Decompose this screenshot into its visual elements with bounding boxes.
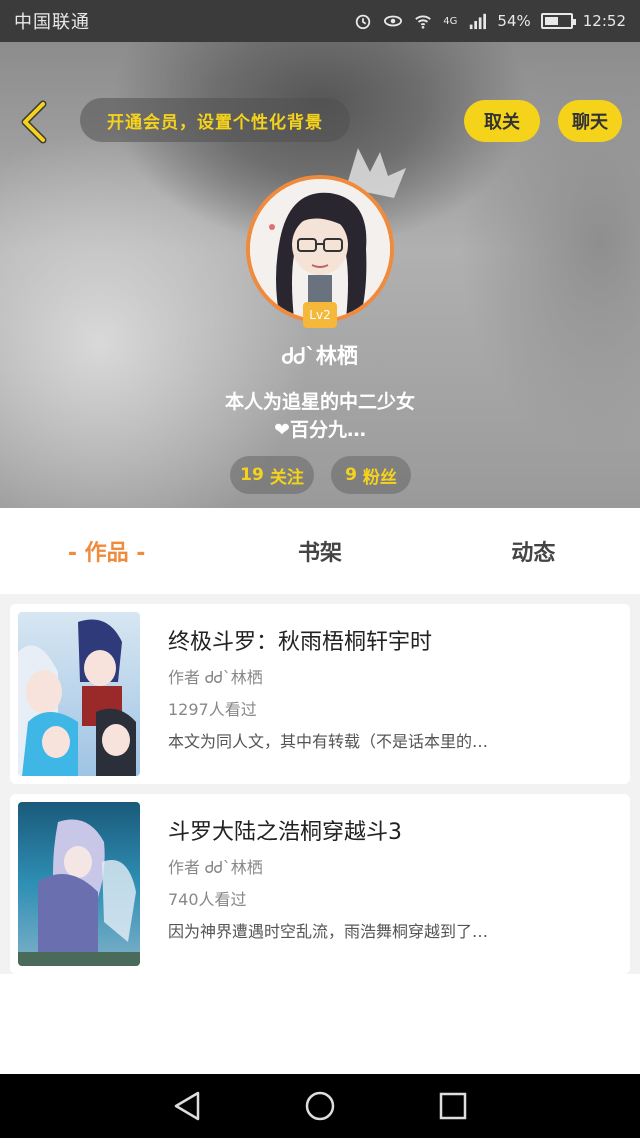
- system-nav-bar: [0, 1074, 640, 1138]
- nav-recents-button[interactable]: [433, 1086, 473, 1126]
- book-title: 斗罗大陆之浩桐穿越斗3: [168, 820, 402, 845]
- book-views: 1297人看过: [168, 700, 257, 719]
- fans-label: 粉丝: [362, 467, 397, 488]
- carrier-name: 中国联通: [14, 12, 90, 33]
- tab-bookshelf[interactable]: 书架: [213, 535, 426, 567]
- clock: 12:52: [582, 12, 626, 30]
- status-icons: 4G 54% 12:52: [353, 12, 626, 30]
- book-cover: [18, 612, 140, 776]
- following-stat[interactable]: 19 关注: [230, 456, 314, 494]
- eye-icon: [384, 15, 403, 27]
- fans-stat[interactable]: 9 粉丝: [331, 456, 411, 494]
- book-description: 因为神界遭遇时空乱流，雨浩舞桐穿越到了…: [168, 922, 489, 941]
- chevron-left-icon: [21, 100, 47, 144]
- alarm-icon: [356, 14, 371, 30]
- vip-background-prompt[interactable]: 开通会员，设置个性化背景: [80, 98, 350, 142]
- bio-line-1: 本人为追星的中二少女: [224, 391, 415, 413]
- book-title: 终极斗罗：秋雨梧桐轩宇时: [168, 630, 433, 655]
- network-type: 4G: [443, 15, 458, 27]
- battery-percent: 54%: [497, 12, 531, 30]
- empty-area: [0, 974, 640, 1074]
- tab-activity[interactable]: 动态: [427, 535, 640, 567]
- chat-button[interactable]: 聊天: [558, 100, 622, 142]
- username: ᏧᏧ`林栖: [282, 344, 358, 368]
- list-item[interactable]: 斗罗大陆之浩桐穿越斗3 作者 ᏧᏧ`林栖 740人看过 因为神界遭遇时空乱流，雨…: [10, 794, 630, 974]
- book-cover: [18, 802, 140, 966]
- profile-tabs: - 作品 - 书架 动态: [0, 508, 640, 594]
- bio: 本人为追星的中二少女 ❤百分九…: [0, 388, 640, 444]
- profile-header: 开通会员，设置个性化背景 取关 聊天 Lv2 ᏧᏧ`林栖 本人为追星的中二少女 …: [0, 42, 640, 508]
- list-item[interactable]: 终极斗罗：秋雨梧桐轩宇时 作者 ᏧᏧ`林栖 1297人看过 本文为同人文，其中有…: [10, 604, 630, 784]
- fans-count: 9: [345, 465, 357, 485]
- circle-home-icon: [305, 1091, 335, 1121]
- book-author: 作者 ᏧᏧ`林栖: [168, 858, 263, 877]
- nav-home-button[interactable]: [300, 1086, 340, 1126]
- nav-back-button[interactable]: [167, 1086, 207, 1126]
- level-badge: Lv2: [303, 302, 337, 328]
- book-views: 740人看过: [168, 890, 247, 909]
- following-label: 关注: [269, 467, 304, 488]
- unfollow-button[interactable]: 取关: [464, 100, 540, 142]
- avatar-image: [250, 179, 390, 319]
- book-description: 本文为同人文，其中有转载（不是话本里的…: [168, 732, 489, 751]
- tab-works[interactable]: - 作品 -: [0, 535, 213, 567]
- back-button[interactable]: [14, 98, 54, 146]
- avatar[interactable]: [246, 175, 394, 323]
- battery-icon: [540, 13, 576, 29]
- status-bar: 中国联通 4G 54% 12:52: [0, 0, 640, 42]
- following-count: 19: [240, 465, 264, 485]
- bio-line-2: ❤百分九…: [274, 419, 366, 441]
- triangle-back-icon: [174, 1091, 199, 1121]
- square-recents-icon: [440, 1092, 467, 1120]
- book-author: 作者 ᏧᏧ`林栖: [168, 668, 263, 687]
- wifi-icon: [415, 15, 432, 29]
- works-list: 终极斗罗：秋雨梧桐轩宇时 作者 ᏧᏧ`林栖 1297人看过 本文为同人文，其中有…: [0, 594, 640, 974]
- signal-icon: [470, 13, 487, 30]
